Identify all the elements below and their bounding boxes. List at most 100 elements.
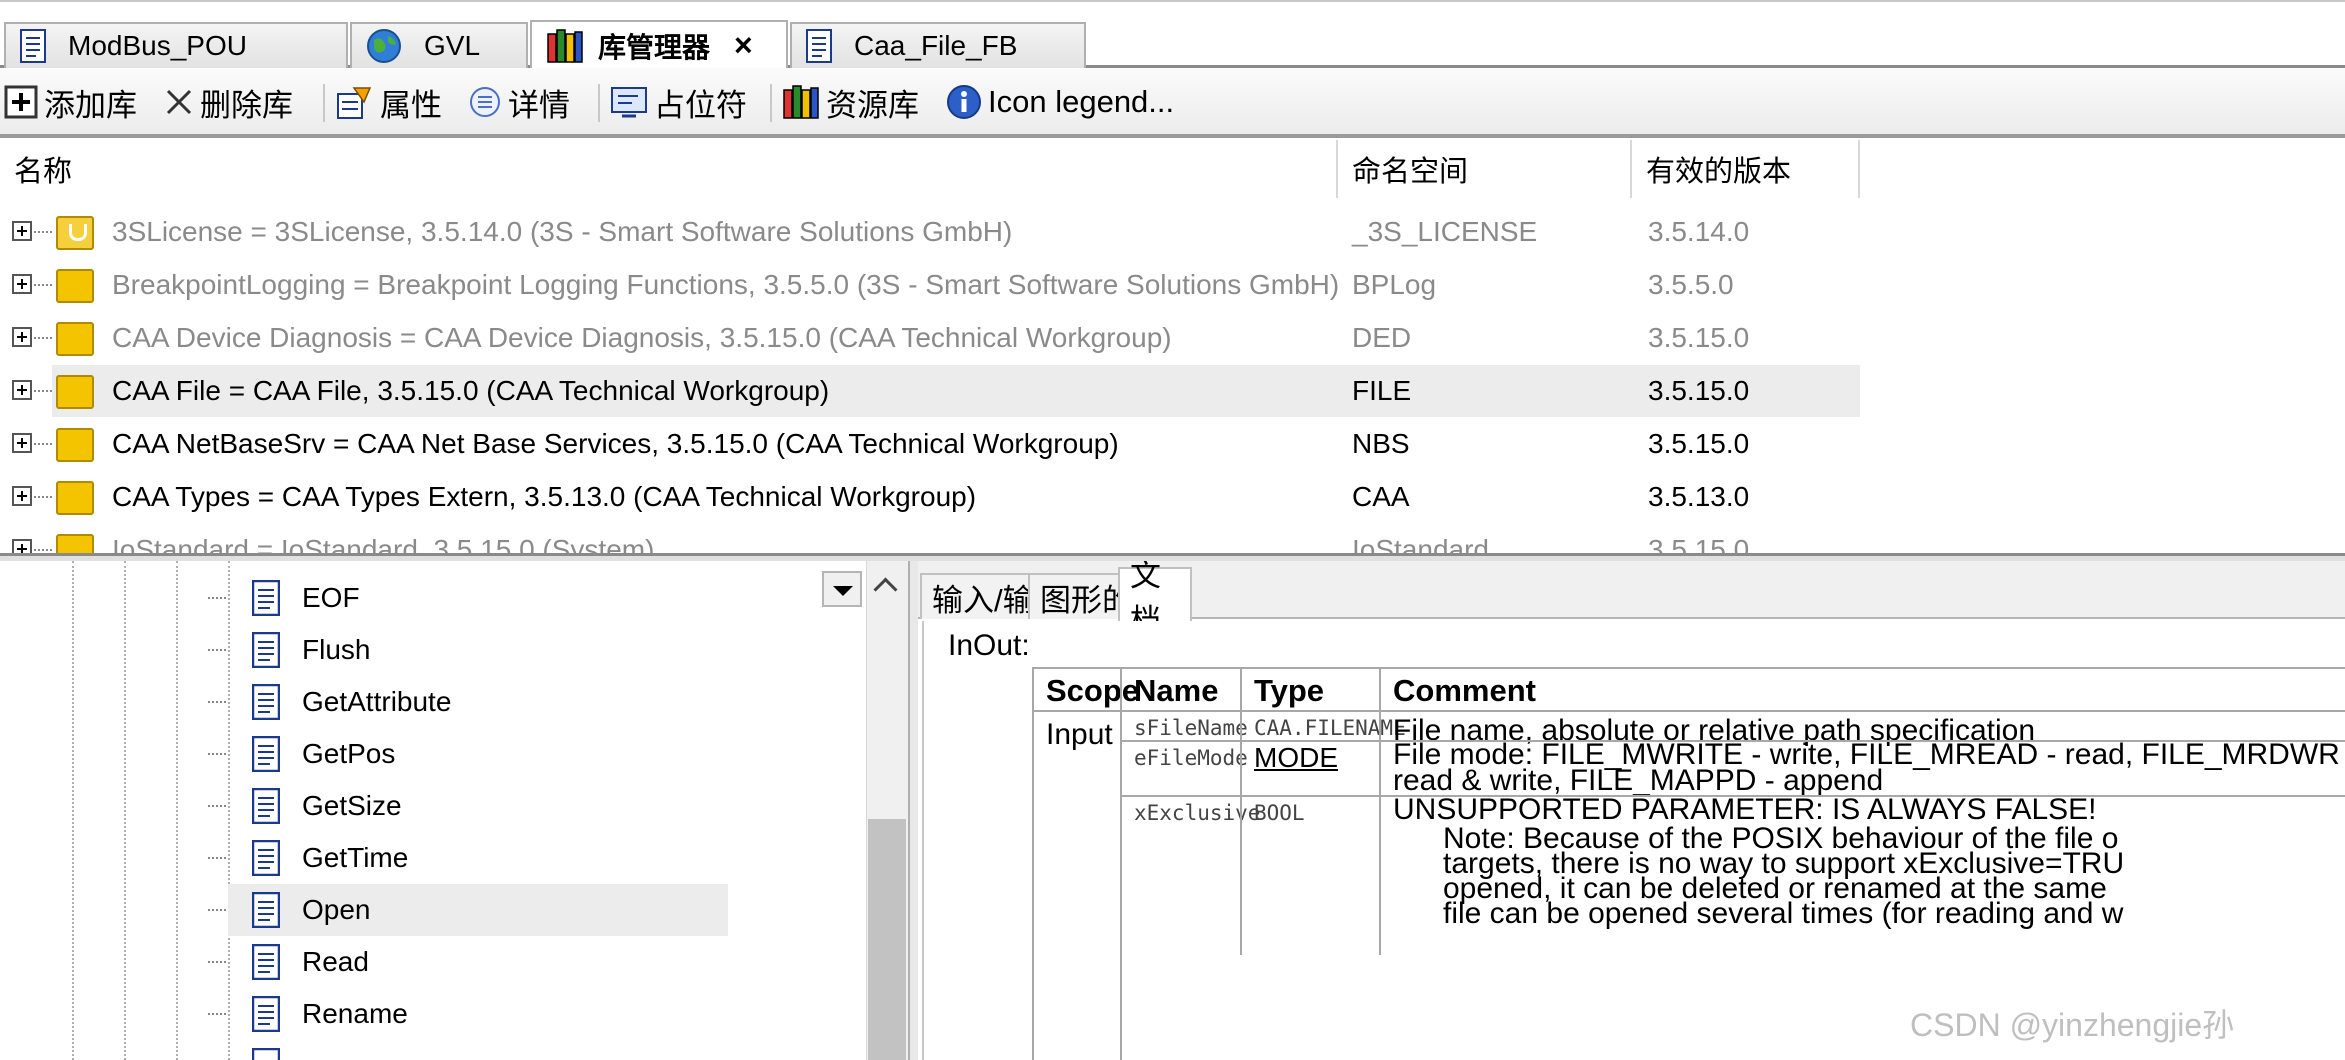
- tree-guide-line: [176, 561, 178, 1060]
- library-version: 3.5.15.0: [1648, 534, 1750, 553]
- comment-line: read & write, FILE_MAPPD - append: [1393, 764, 1884, 797]
- tab-gvl[interactable]: GVL: [350, 22, 528, 68]
- tree-connector: [208, 649, 226, 651]
- tree-item-label: Read: [302, 946, 369, 977]
- toolbar-separator: [770, 84, 772, 122]
- icon-legend-button[interactable]: Icon legend...: [946, 80, 1174, 124]
- editor-tab-bar: ModBus_POU GVL 库管理器 × Caa_File_FB: [0, 0, 2345, 69]
- tab-caa-file-fb[interactable]: Caa_File_FB: [790, 22, 1086, 68]
- tree-connector: [208, 857, 226, 859]
- library-version: 3.5.15.0: [1648, 322, 1750, 353]
- placeholders-button[interactable]: 占位符: [610, 80, 747, 124]
- tree-connector: [208, 597, 226, 599]
- tree-item-label: Open: [302, 894, 371, 925]
- pou-document-icon: [252, 580, 280, 616]
- tree-item-rename[interactable]: Rename: [208, 988, 728, 1040]
- tree-item-getattribute[interactable]: GetAttribute: [208, 676, 728, 728]
- tab-label: Caa_File_FB: [854, 30, 1018, 61]
- library-icon: [56, 534, 94, 553]
- tree-item-label: GetTime: [302, 842, 409, 873]
- library-namespace: DED: [1352, 322, 1412, 353]
- tree-item-getsize[interactable]: GetSize: [208, 780, 728, 832]
- expand-plus-icon[interactable]: [12, 380, 32, 400]
- toolbar-separator: [323, 84, 325, 122]
- scope-cell: Input: [1032, 710, 1122, 1060]
- tab-library-manager[interactable]: 库管理器 ×: [530, 20, 788, 69]
- tree-item-eof[interactable]: EOF: [208, 572, 728, 624]
- column-header-namespace[interactable]: 命名空间: [1338, 140, 1632, 198]
- pou-document-icon: [252, 632, 280, 668]
- param-type: CAA.FILENAME: [1240, 710, 1406, 742]
- scroll-up-arrow-icon[interactable]: [868, 571, 904, 607]
- param-comment: File mode: FILE_MWRITE - write, FILE_MRE…: [1379, 740, 2345, 797]
- tree-item-label: Rename: [302, 998, 408, 1029]
- tree-item-flush[interactable]: Flush: [208, 624, 728, 676]
- library-row[interactable]: 3SLicense = 3SLicense, 3.5.14.0 (3S - Sm…: [0, 206, 2345, 258]
- library-name: CAA Types = CAA Types Extern, 3.5.13.0 (…: [112, 481, 977, 512]
- tree-item-getpos[interactable]: GetPos: [208, 728, 728, 780]
- dropdown-arrow-button[interactable]: [822, 571, 862, 607]
- tree-item-label: GetAttribute: [302, 686, 452, 717]
- globe-icon: [367, 29, 401, 63]
- expand-plus-icon[interactable]: [12, 539, 32, 553]
- param-type-link[interactable]: MODE: [1240, 740, 1381, 797]
- placeholder-icon: [611, 87, 647, 118]
- remove-library-label: 删除库: [200, 87, 293, 123]
- column-header-version[interactable]: 有效的版本: [1632, 140, 1860, 198]
- header-type: Type: [1240, 667, 1381, 712]
- library-row[interactable]: CAA NetBaseSrv = CAA Net Base Services, …: [0, 418, 2345, 470]
- scrollbar-thumb[interactable]: [868, 819, 906, 1060]
- properties-button[interactable]: 属性: [336, 80, 442, 124]
- expand-plus-icon[interactable]: [12, 274, 32, 294]
- expand-plus-icon[interactable]: [12, 486, 32, 506]
- library-repository-button[interactable]: 资源库: [782, 80, 919, 124]
- library-name: CAA Device Diagnosis = CAA Device Diagno…: [112, 322, 1172, 353]
- horizontal-splitter[interactable]: [0, 553, 2345, 561]
- library-name: CAA NetBaseSrv = CAA Net Base Services, …: [112, 428, 1119, 459]
- column-header-name[interactable]: 名称: [0, 140, 1338, 198]
- library-name: BreakpointLogging = Breakpoint Logging F…: [112, 269, 1340, 300]
- tree-guide-line: [72, 561, 74, 1060]
- tree-item-label: EOF: [302, 582, 360, 613]
- library-repository-label: 资源库: [826, 87, 919, 123]
- header-scope: Scope: [1032, 667, 1139, 712]
- library-row[interactable]: CAA Device Diagnosis = CAA Device Diagno…: [0, 312, 2345, 364]
- comment-line: UNSUPPORTED PARAMETER: IS ALWAYS FALSE!: [1393, 793, 2097, 826]
- tree-item-partial[interactable]: [228, 1040, 728, 1060]
- add-library-label: 添加库: [44, 87, 137, 123]
- type-link-text[interactable]: MODE: [1254, 742, 1338, 773]
- column-header-label: 命名空间: [1352, 156, 1469, 188]
- column-header-label: 名称: [14, 156, 73, 188]
- close-tab-button[interactable]: ×: [734, 27, 753, 64]
- library-version: 3.5.14.0: [1648, 216, 1750, 247]
- tree-connector: [34, 549, 52, 551]
- expand-plus-icon[interactable]: [12, 221, 32, 241]
- tree-item-open[interactable]: Open: [208, 884, 728, 936]
- tab-documentation[interactable]: 文档: [1118, 561, 1192, 638]
- library-books-icon: [547, 28, 583, 63]
- tab-modbus-pou[interactable]: ModBus_POU: [4, 22, 348, 68]
- remove-library-button[interactable]: 删除库: [164, 80, 293, 124]
- library-row-selected[interactable]: CAA File = CAA File, 3.5.15.0 (CAA Techn…: [0, 365, 2345, 417]
- header-name: Name: [1120, 667, 1242, 712]
- library-icon: [56, 375, 94, 409]
- details-button[interactable]: 详情: [468, 80, 570, 124]
- tree-item-label: Flush: [302, 634, 371, 665]
- library-namespace: IoStandard: [1352, 534, 1489, 553]
- tree-connector: [34, 337, 52, 339]
- expand-plus-icon[interactable]: [12, 327, 32, 347]
- vertical-splitter[interactable]: [908, 561, 918, 1060]
- add-library-button[interactable]: 添加库: [4, 80, 137, 124]
- param-name: eFileMode: [1120, 740, 1248, 797]
- tab-label: ModBus_POU: [68, 30, 247, 61]
- license-library-icon: [56, 216, 94, 250]
- library-row[interactable]: CAA Types = CAA Types Extern, 3.5.13.0 (…: [0, 471, 2345, 523]
- library-row[interactable]: IoStandard = IoStandard, 3.5.15.0 (Syste…: [0, 524, 2345, 553]
- tree-item-read[interactable]: Read: [208, 936, 728, 988]
- tree-item-gettime[interactable]: GetTime: [208, 832, 728, 884]
- tree-item-label: GetSize: [302, 790, 402, 821]
- expand-plus-icon[interactable]: [12, 433, 32, 453]
- library-version: 3.5.13.0: [1648, 481, 1750, 512]
- library-row[interactable]: BreakpointLogging = Breakpoint Logging F…: [0, 259, 2345, 311]
- param-type: BOOL: [1240, 795, 1381, 955]
